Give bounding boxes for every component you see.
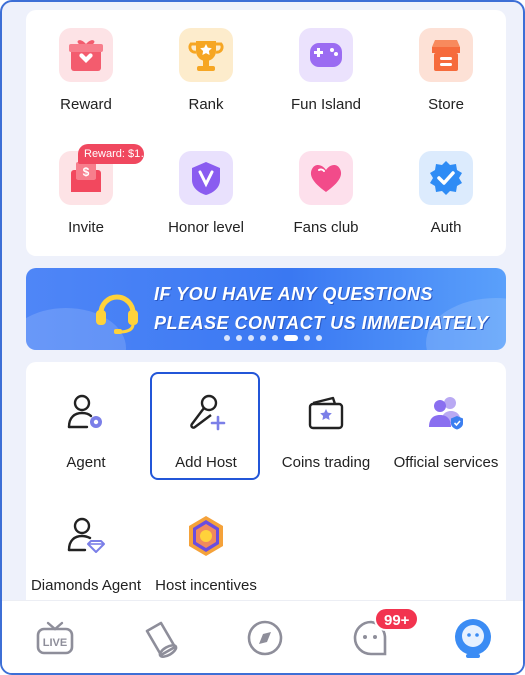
grid-item-fun-island[interactable]: Fun Island: [266, 10, 386, 120]
discover-compass-icon[interactable]: [242, 615, 288, 661]
grid-item-agent[interactable]: Agent: [26, 368, 146, 478]
pagination-dot: [224, 335, 230, 341]
me-tab-icon[interactable]: [450, 615, 496, 661]
official-users-icon: [419, 386, 473, 440]
pagination-dot-active: [284, 335, 298, 341]
banner-line-1: IF YOU HAVE ANY QUESTIONS: [154, 284, 433, 304]
grid-item-label: Host incentives: [155, 577, 257, 594]
wallet-icon: [299, 386, 353, 440]
grid-item-store[interactable]: Store: [386, 10, 506, 120]
grid-item-reward[interactable]: Reward: [26, 10, 146, 120]
grid-item-label: Honor level: [168, 219, 244, 236]
messages-unread-badge: 99+: [374, 607, 420, 631]
grid-item-diamonds-agent[interactable]: Diamonds Agent: [26, 491, 146, 601]
trophy-icon: [179, 28, 233, 82]
selected-highlight: [150, 372, 260, 480]
grid-item-label: Official services: [393, 454, 499, 471]
pagination-dot: [304, 335, 310, 341]
diamond-agent-icon: [59, 509, 113, 563]
grid-item-label: Coins trading: [281, 454, 371, 471]
grid-item-host-incentives[interactable]: Host incentives: [146, 491, 266, 601]
honor-shield-icon: [179, 151, 233, 205]
banner-pagination: [224, 335, 322, 341]
bucket-tab-icon[interactable]: [138, 615, 184, 661]
grid-item-auth[interactable]: Auth: [386, 133, 506, 243]
bottom-tab-bar: LIVE: [2, 600, 523, 673]
grid-item-label: Store: [428, 96, 464, 113]
host-incentive-medal-icon: [179, 509, 233, 563]
grid-item-label: Rank: [188, 96, 224, 113]
app-frame: Reward Rank Fun Island Store $ Invite Ho…: [0, 0, 525, 675]
grid-item-label: Diamonds Agent: [30, 577, 142, 594]
agent-icon: [59, 386, 113, 440]
grid-item-label: Fun Island: [290, 96, 362, 113]
invite-reward-badge: Reward: $1…: [78, 144, 144, 164]
grid-item-coins-trading[interactable]: Coins trading: [266, 368, 386, 478]
grid-item-label: Reward: [60, 96, 112, 113]
pagination-dot: [248, 335, 254, 341]
grid-item-honor-level[interactable]: Honor level: [146, 133, 266, 243]
grid-item-label: Invite: [68, 219, 104, 236]
grid-item-label: Agent: [66, 454, 106, 471]
live-tab-icon[interactable]: LIVE: [32, 615, 78, 661]
grid-item-rank[interactable]: Rank: [146, 10, 266, 120]
pagination-dot: [236, 335, 242, 341]
pagination-dot: [316, 335, 322, 341]
verified-badge-icon: [419, 151, 473, 205]
heart-icon: [299, 151, 353, 205]
grid-item-official-services[interactable]: Official services: [386, 368, 506, 478]
gamepad-icon: [299, 28, 353, 82]
grid-item-label: Fans club: [293, 219, 359, 236]
grid-item-label: Auth: [430, 219, 462, 236]
store-icon: [419, 28, 473, 82]
headset-icon: [92, 286, 142, 336]
pagination-dot: [260, 335, 266, 341]
banner-line-2: PLEASE CONTACT US IMMEDIATELY: [154, 313, 489, 333]
gift-icon: [59, 28, 113, 82]
pagination-dot: [272, 335, 278, 341]
svg-text:LIVE: LIVE: [43, 637, 67, 649]
grid-item-fans-club[interactable]: Fans club: [266, 133, 386, 243]
svg-text:$: $: [83, 165, 90, 179]
